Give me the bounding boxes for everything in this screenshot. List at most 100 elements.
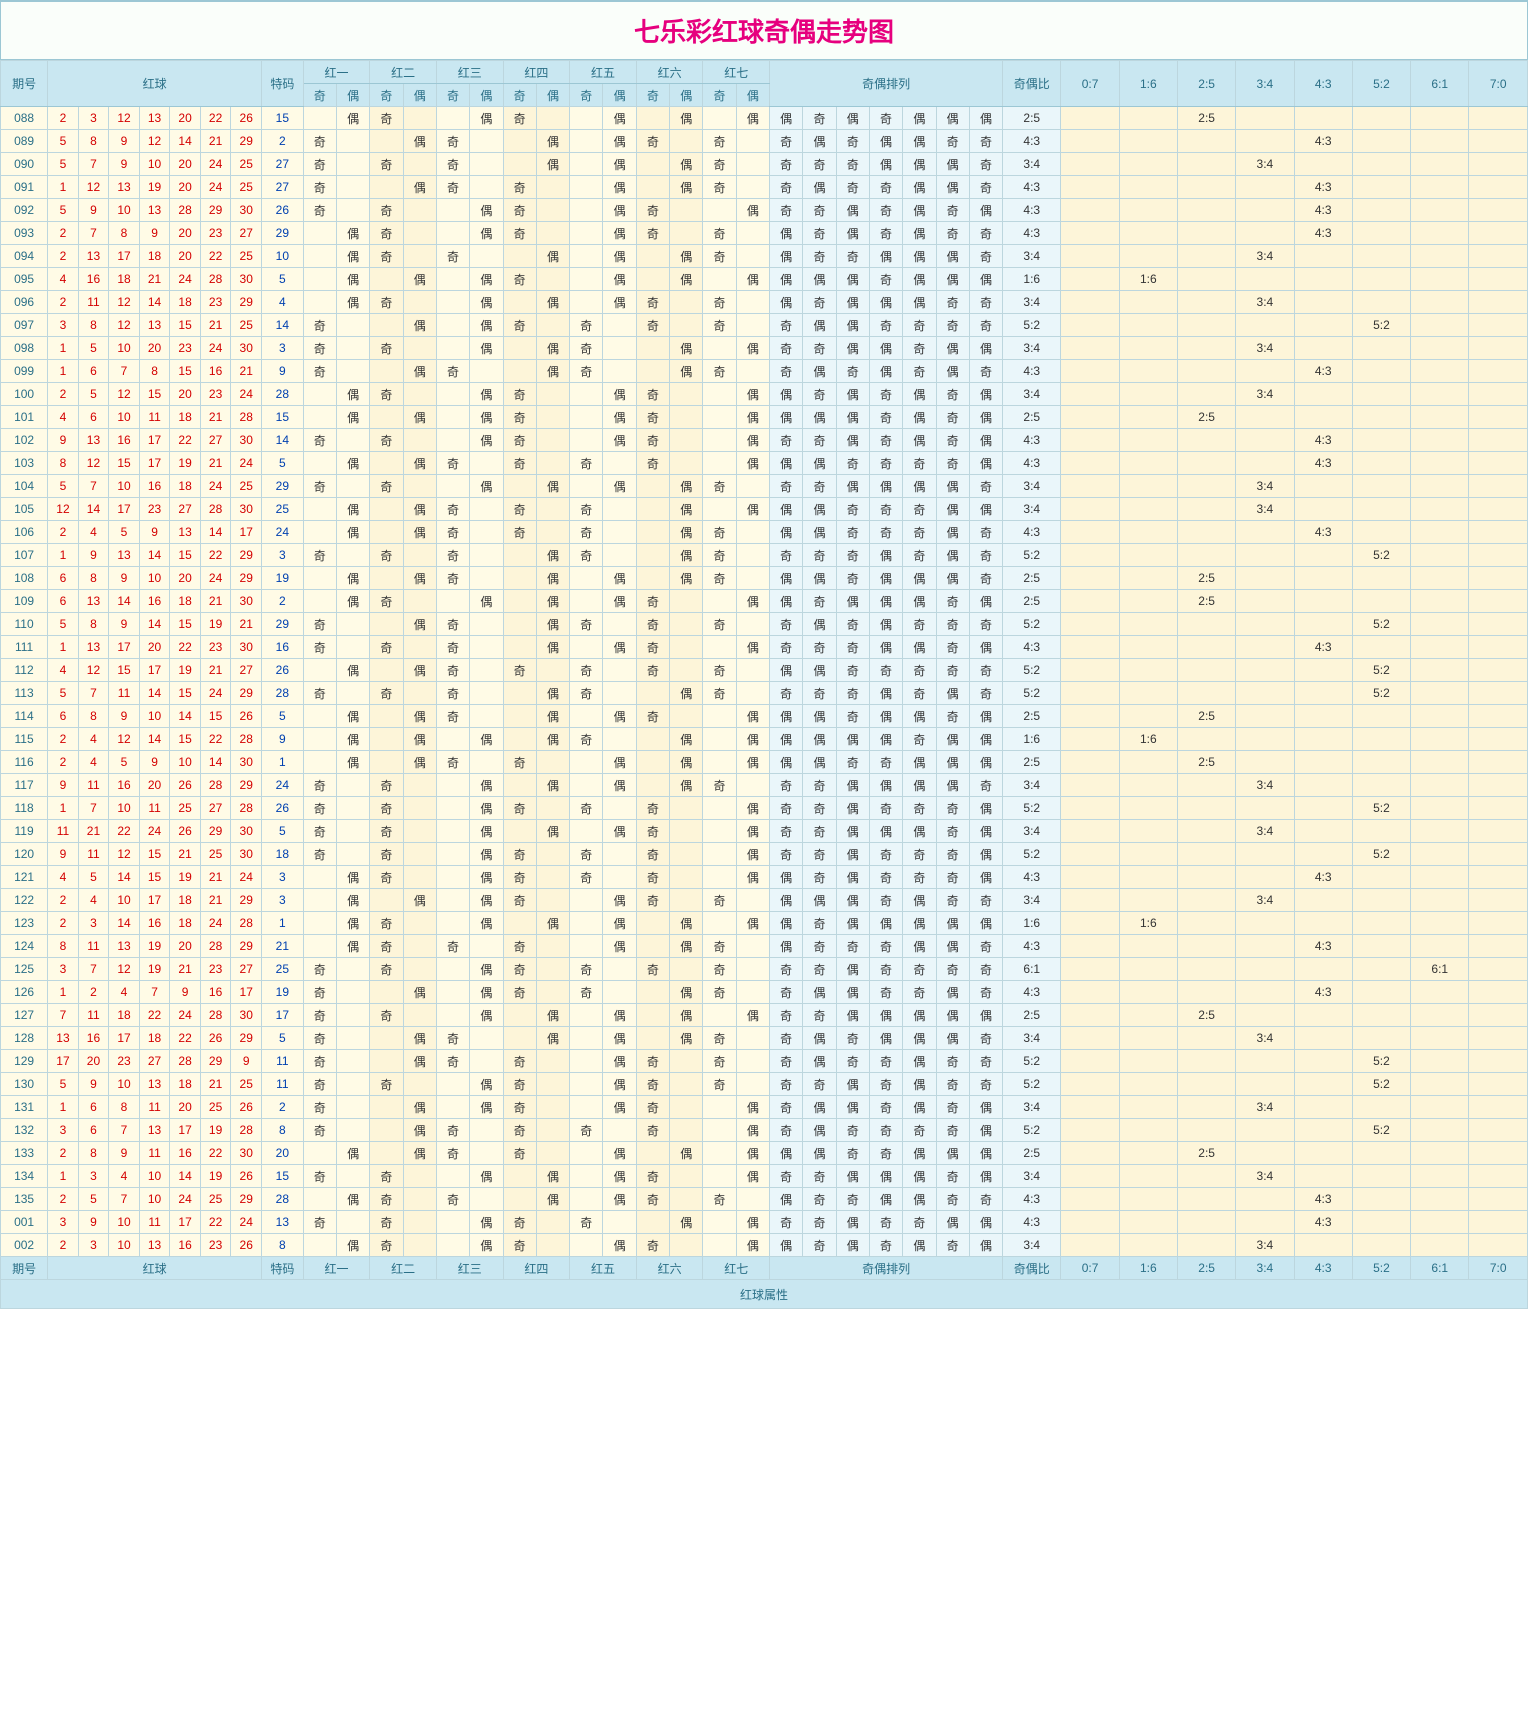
cell-arrangement: 奇 <box>803 383 836 406</box>
cell-ratio-col <box>1411 1165 1469 1188</box>
cell-ratio: 3:4 <box>1003 291 1061 314</box>
col-r7: 红七 <box>703 61 770 84</box>
cell-red: 4 <box>78 889 109 912</box>
cell-arrangement: 偶 <box>803 1027 836 1050</box>
cell-red: 21 <box>231 360 262 383</box>
cell-odd-slot: 奇 <box>703 935 736 958</box>
cell-odd-slot: 奇 <box>570 682 603 705</box>
cell-arrangement: 偶 <box>936 337 969 360</box>
cell-arrangement: 奇 <box>903 613 936 636</box>
cell-ratio-col <box>1236 1211 1294 1234</box>
cell-arrangement: 偶 <box>770 1188 803 1211</box>
cell-ratio-col <box>1469 268 1528 291</box>
cell-red: 7 <box>78 797 109 820</box>
cell-ratio-col: 3:4 <box>1236 774 1294 797</box>
cell-even-slot: 偶 <box>336 406 369 429</box>
cell-red: 10 <box>109 1073 140 1096</box>
cell-red: 5 <box>48 199 79 222</box>
cell-red: 15 <box>170 314 201 337</box>
cell-odd-slot: 奇 <box>303 682 336 705</box>
cell-odd-slot <box>436 889 469 912</box>
cell-even-slot: 偶 <box>470 199 503 222</box>
table-row: 09541618212428305偶偶偶奇偶偶偶偶偶偶奇偶偶偶1:61:6 <box>1 268 1528 291</box>
cell-ratio-col <box>1119 774 1177 797</box>
cell-red: 1 <box>48 797 79 820</box>
cell-arrangement: 奇 <box>836 567 869 590</box>
cell-arrangement: 偶 <box>869 1027 902 1050</box>
cell-arrangement: 偶 <box>803 1096 836 1119</box>
cell-ratio-col: 2:5 <box>1177 567 1235 590</box>
cell-arrangement: 奇 <box>770 1211 803 1234</box>
cell-period: 001 <box>1 1211 48 1234</box>
cell-arrangement: 偶 <box>836 222 869 245</box>
cell-ratio-col: 3:4 <box>1236 1096 1294 1119</box>
cell-red: 9 <box>78 544 109 567</box>
cell-even-slot <box>403 383 436 406</box>
cell-arrangement: 偶 <box>869 130 902 153</box>
cell-ratio-col <box>1236 544 1294 567</box>
table-row: 091112131920242527奇偶奇奇偶偶奇奇偶奇奇偶偶奇4:34:3 <box>1 176 1528 199</box>
cell-arrangement: 奇 <box>803 797 836 820</box>
cell-ratio-col <box>1352 1004 1410 1027</box>
cell-ratio-col <box>1119 797 1177 820</box>
cell-ratio-col <box>1469 452 1528 475</box>
cell-ratio-col <box>1236 935 1294 958</box>
cell-red: 13 <box>48 1027 79 1050</box>
cell-arrangement: 偶 <box>969 1096 1002 1119</box>
cell-even-slot: 偶 <box>536 245 569 268</box>
cell-special: 14 <box>262 429 304 452</box>
cell-even-slot <box>736 544 769 567</box>
cell-arrangement: 奇 <box>803 1188 836 1211</box>
cell-even-slot <box>670 452 703 475</box>
cell-ratio-col <box>1236 1050 1294 1073</box>
cell-ratio-col <box>1469 912 1528 935</box>
cell-arrangement: 偶 <box>770 705 803 728</box>
cell-odd-slot <box>636 774 669 797</box>
cell-arrangement: 奇 <box>969 521 1002 544</box>
cell-even-slot <box>603 866 636 889</box>
cell-odd-slot <box>703 268 736 291</box>
cell-odd-slot: 奇 <box>703 475 736 498</box>
cell-arrangement: 奇 <box>803 682 836 705</box>
cell-odd-slot <box>370 176 403 199</box>
cell-odd-slot: 奇 <box>370 935 403 958</box>
cell-even-slot: 偶 <box>603 475 636 498</box>
cell-even-slot: 偶 <box>603 130 636 153</box>
cell-odd-slot <box>303 291 336 314</box>
cell-red: 27 <box>231 222 262 245</box>
cell-ratio: 3:4 <box>1003 383 1061 406</box>
cell-ratio-col <box>1411 682 1469 705</box>
cell-period: 100 <box>1 383 48 406</box>
cell-arrangement: 偶 <box>836 314 869 337</box>
cell-ratio-col <box>1236 567 1294 590</box>
cell-odd-slot <box>303 245 336 268</box>
cell-arrangement: 偶 <box>836 728 869 751</box>
cell-red: 12 <box>109 383 140 406</box>
cell-arrangement: 偶 <box>869 360 902 383</box>
cell-special: 5 <box>262 1027 304 1050</box>
cell-ratio-col <box>1177 176 1235 199</box>
cell-ratio-col <box>1236 958 1294 981</box>
cell-arrangement: 偶 <box>836 843 869 866</box>
cell-arrangement: 奇 <box>969 153 1002 176</box>
cell-odd-slot: 奇 <box>303 797 336 820</box>
cell-ratio-col <box>1119 682 1177 705</box>
cell-ratio-col: 4:3 <box>1294 199 1352 222</box>
cell-red: 18 <box>170 912 201 935</box>
cell-odd-slot: 奇 <box>636 1050 669 1073</box>
cell-arrangement: 奇 <box>969 130 1002 153</box>
cell-odd-slot: 奇 <box>303 1050 336 1073</box>
cell-red: 11 <box>78 843 109 866</box>
cell-even-slot: 偶 <box>536 291 569 314</box>
cell-even-slot: 偶 <box>670 1211 703 1234</box>
cell-even-slot: 偶 <box>736 1234 769 1257</box>
cell-even-slot <box>736 176 769 199</box>
cell-red: 4 <box>78 751 109 774</box>
cell-red: 4 <box>48 406 79 429</box>
cell-ratio-col <box>1061 774 1119 797</box>
cell-ratio-col <box>1236 360 1294 383</box>
table-row: 09738121315212514奇偶偶奇奇奇奇奇偶偶奇奇奇奇5:25:2 <box>1 314 1528 337</box>
cell-ratio-col <box>1061 590 1119 613</box>
cell-ratio-col <box>1119 613 1177 636</box>
cell-arrangement: 偶 <box>969 820 1002 843</box>
